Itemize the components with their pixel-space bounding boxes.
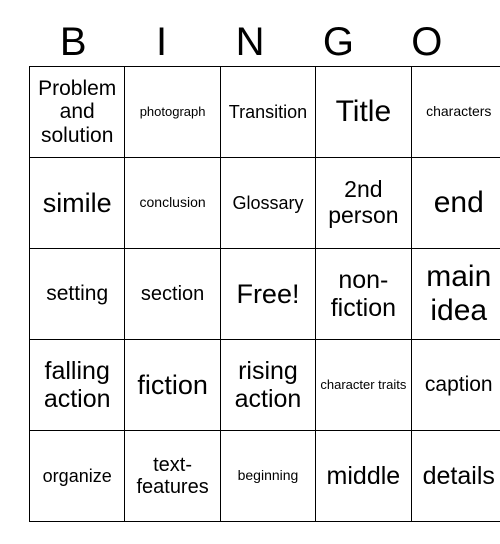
bingo-cell-label: character traits [320, 376, 407, 392]
bingo-row: falling action fiction rising action cha… [28, 339, 500, 431]
bingo-cell-o5[interactable]: details [410, 430, 500, 522]
bingo-cell-i1[interactable]: photograph [124, 66, 221, 158]
bingo-cell-label: end [433, 186, 484, 220]
bingo-header-row: B I N G O [29, 18, 471, 66]
bingo-cell-n5[interactable]: beginning [219, 430, 317, 522]
bingo-row: Problem and solution photograph Transiti… [28, 66, 500, 158]
bingo-cell-label: organize [42, 465, 112, 486]
bingo-cell-label: text-features [136, 453, 209, 498]
bingo-cell-g5[interactable]: middle [315, 430, 412, 522]
bingo-cell-label: falling action [43, 357, 111, 413]
bingo-cell-b5[interactable]: organize [28, 430, 126, 522]
bingo-cell-o2[interactable]: end [410, 157, 500, 249]
bingo-free-space-label: Free! [236, 278, 300, 309]
bingo-cell-label: details [422, 462, 495, 490]
bingo-cell-o4[interactable]: caption [410, 339, 500, 431]
bingo-cell-label: Glossary [232, 192, 304, 213]
bingo-cell-label: Title [335, 95, 392, 129]
bingo-cell-label: conclusion [139, 194, 206, 211]
bingo-cell-o1[interactable]: characters [410, 66, 500, 158]
bingo-card: B I N G O Problem and solution photograp… [28, 18, 500, 522]
bingo-cell-o3[interactable]: main idea [410, 248, 500, 340]
bingo-cell-label: middle [326, 462, 401, 490]
bingo-cell-i3[interactable]: section [124, 248, 221, 340]
bingo-cell-b3[interactable]: setting [28, 248, 126, 340]
bingo-header-letter-i: I [156, 20, 168, 64]
bingo-cell-g2[interactable]: 2nd person [315, 157, 412, 249]
bingo-cell-b4[interactable]: falling action [28, 339, 126, 431]
bingo-cell-b1[interactable]: Problem and solution [28, 66, 126, 158]
bingo-cell-free[interactable]: Free! [219, 248, 317, 340]
bingo-header-letter-n: N [235, 20, 265, 64]
bingo-cell-label: 2nd person [328, 176, 399, 228]
bingo-cell-label: fiction [137, 369, 208, 400]
bingo-cell-label: rising action [234, 357, 302, 413]
bingo-cell-g4[interactable]: character traits [315, 339, 412, 431]
bingo-cell-g3[interactable]: non-fiction [315, 248, 412, 340]
bingo-cell-i4[interactable]: fiction [124, 339, 221, 431]
bingo-cell-label: setting [46, 282, 109, 306]
bingo-row: organize text-features beginning middle … [28, 430, 500, 522]
bingo-cell-label: beginning [237, 467, 299, 484]
bingo-row: simile conclusion Glossary 2nd person en… [28, 157, 500, 249]
bingo-cell-label: non-fiction [330, 266, 397, 322]
bingo-header-letter-o: O [411, 20, 443, 64]
bingo-cell-label: main idea [426, 260, 492, 327]
bingo-cell-label: Transition [228, 101, 308, 122]
bingo-cell-label: caption [424, 373, 493, 397]
bingo-cell-label: section [140, 282, 205, 305]
bingo-cell-label: characters [426, 103, 492, 120]
bingo-cell-n2[interactable]: Glossary [219, 157, 317, 249]
bingo-cell-label: photograph [139, 103, 206, 119]
bingo-cell-label: Problem and solution [38, 76, 117, 147]
bingo-header-letter-g: G [322, 20, 354, 64]
bingo-cell-i5[interactable]: text-features [124, 430, 221, 522]
bingo-cell-i2[interactable]: conclusion [124, 157, 221, 249]
bingo-cell-label: simile [42, 187, 112, 218]
bingo-header-letter-b: B [59, 20, 87, 64]
bingo-row: setting section Free! non-fiction main i… [28, 248, 500, 340]
bingo-cell-n4[interactable]: rising action [219, 339, 317, 431]
bingo-cell-g1[interactable]: Title [315, 66, 412, 158]
bingo-grid: Problem and solution photograph Transiti… [28, 66, 500, 522]
bingo-cell-n1[interactable]: Transition [219, 66, 317, 158]
bingo-cell-b2[interactable]: simile [28, 157, 126, 249]
